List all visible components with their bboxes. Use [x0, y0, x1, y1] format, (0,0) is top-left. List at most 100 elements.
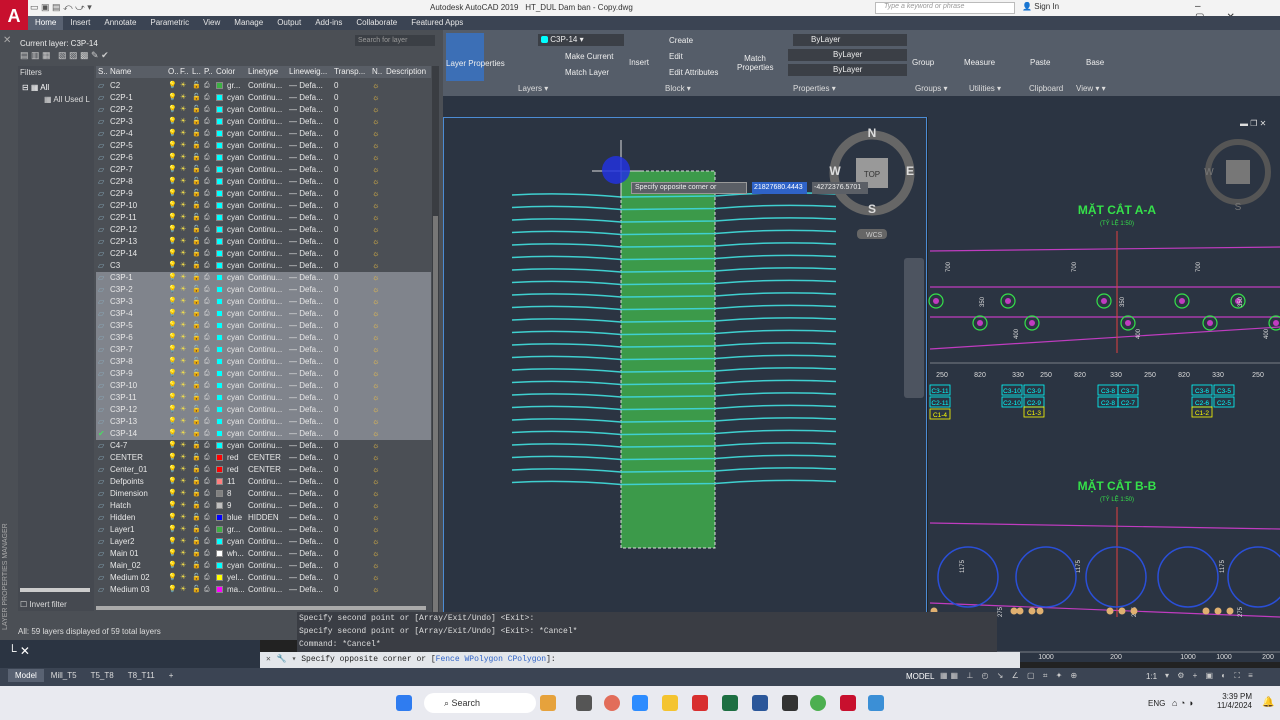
plot-icon[interactable]: ⎙ [204, 584, 210, 596]
layer-row[interactable]: ▱ C3P-12 💡 ☀ 🔓 ⎙ cyan Continu... — Defa... 0 ☼ [96, 404, 431, 416]
lineweight[interactable]: — Defa... [289, 524, 323, 536]
block-panel-label[interactable]: Block ▾ [665, 84, 691, 93]
freeze-sun-icon[interactable]: ☀ [180, 428, 186, 440]
on-bulb-icon[interactable]: 💡 [168, 284, 177, 296]
color-swatch[interactable] [216, 454, 223, 461]
lineweight[interactable]: — Defa... [289, 500, 323, 512]
lineweight[interactable]: — Defa... [289, 512, 323, 524]
filter-all[interactable]: ⊟ ▦ All [22, 83, 49, 92]
lineweight[interactable]: — Defa... [289, 104, 323, 116]
color-swatch[interactable] [216, 238, 223, 245]
lineweight[interactable]: — Defa... [289, 152, 323, 164]
transparency[interactable]: 0 [334, 404, 338, 416]
freeze-sun-icon[interactable]: ☀ [180, 464, 186, 476]
on-bulb-icon[interactable]: 💡 [168, 584, 177, 596]
freeze-sun-icon[interactable]: ☀ [180, 500, 186, 512]
transparency[interactable]: 0 [334, 236, 338, 248]
transparency[interactable]: 0 [334, 152, 338, 164]
lock-icon[interactable]: 🔓 [192, 404, 201, 416]
lineweight[interactable]: — Defa... [289, 452, 323, 464]
color-swatch[interactable] [216, 142, 223, 149]
linetype[interactable]: Continu... [248, 116, 282, 128]
color-swatch[interactable] [216, 346, 223, 353]
transparency[interactable]: 0 [334, 128, 338, 140]
on-bulb-icon[interactable]: 💡 [168, 488, 177, 500]
freeze-sun-icon[interactable]: ☀ [180, 452, 186, 464]
color-name[interactable]: cyan [227, 92, 244, 104]
color-name[interactable]: cyan [227, 236, 244, 248]
layer-table-scrollbar[interactable] [432, 66, 439, 636]
lock-icon[interactable]: 🔓 [192, 584, 201, 596]
lock-icon[interactable]: 🔓 [192, 380, 201, 392]
option-wpolygon[interactable]: WPolygon [464, 655, 502, 664]
new-vp-freeze-icon[interactable]: ☼ [372, 404, 379, 416]
status-icon[interactable]: ▱ [98, 332, 104, 344]
transparency[interactable]: 0 [334, 176, 338, 188]
color-swatch[interactable] [216, 262, 223, 269]
layer-toolbar[interactable]: ▤ ▥ ▦ ▧ ▨ ▩ ✎ ✔ [20, 50, 109, 61]
lock-icon[interactable]: 🔓 [192, 428, 201, 440]
lineweight[interactable]: — Defa... [289, 572, 323, 584]
freeze-sun-icon[interactable]: ☀ [180, 320, 186, 332]
paste-button[interactable]: Paste [1030, 58, 1050, 67]
layer-row[interactable]: ▱ C3P-3 💡 ☀ 🔓 ⎙ cyan Continu... — Defa... 0 ☼ [96, 296, 431, 308]
color-name[interactable]: cyan [227, 332, 244, 344]
lineweight[interactable]: — Defa... [289, 320, 323, 332]
tab-insert[interactable]: Insert [63, 16, 97, 30]
transparency[interactable]: 0 [334, 224, 338, 236]
plot-icon[interactable]: ⎙ [204, 140, 210, 152]
color-swatch[interactable] [216, 466, 223, 473]
lock-icon[interactable]: 🔓 [192, 464, 201, 476]
new-vp-freeze-icon[interactable]: ☼ [372, 560, 379, 572]
color-name[interactable]: cyan [227, 356, 244, 368]
lineweight[interactable]: — Defa... [289, 536, 323, 548]
color-swatch[interactable] [216, 514, 223, 521]
status-icon[interactable]: ▱ [98, 248, 104, 260]
column-header[interactable]: Name [110, 66, 131, 78]
lock-icon[interactable]: 🔓 [192, 416, 201, 428]
color-swatch[interactable] [216, 82, 223, 89]
color-swatch[interactable] [216, 286, 223, 293]
color-name[interactable]: cyan [227, 104, 244, 116]
plot-icon[interactable]: ⎙ [204, 248, 210, 260]
command-line[interactable]: ✕ 🔧 ▾ Specify opposite corner or [Fence W… [260, 652, 1020, 668]
status-icon[interactable]: ▱ [98, 128, 104, 140]
lock-icon[interactable]: 🔓 [192, 500, 201, 512]
linetype[interactable]: Continu... [248, 212, 282, 224]
layer-search-input[interactable]: Search for layer [355, 35, 435, 46]
new-vp-freeze-icon[interactable]: ☼ [372, 428, 379, 440]
status-tools[interactable]: ▾ ⚙ + ▣ ◐ ⛶ ≡ [1165, 671, 1256, 681]
status-icon[interactable]: ▱ [98, 452, 104, 464]
new-vp-freeze-icon[interactable]: ☼ [372, 584, 379, 596]
linetype[interactable]: Continu... [248, 584, 282, 596]
color-name[interactable]: cyan [227, 224, 244, 236]
lock-icon[interactable]: 🔓 [192, 176, 201, 188]
freeze-sun-icon[interactable]: ☀ [180, 188, 186, 200]
linetype[interactable]: Continu... [248, 560, 282, 572]
plot-icon[interactable]: ⎙ [204, 476, 210, 488]
linetype[interactable]: Continu... [248, 500, 282, 512]
linetype[interactable]: Continu... [248, 284, 282, 296]
transparency[interactable]: 0 [334, 308, 338, 320]
layer-row[interactable]: ▱ C2P-2 💡 ☀ 🔓 ⎙ cyan Continu... — Defa... 0 ☼ [96, 104, 431, 116]
on-bulb-icon[interactable]: 💡 [168, 188, 177, 200]
tab-featured-apps[interactable]: Featured Apps [404, 16, 470, 30]
color-name[interactable]: 8 [227, 488, 231, 500]
plot-icon[interactable]: ⎙ [204, 404, 210, 416]
new-vp-freeze-icon[interactable]: ☼ [372, 248, 379, 260]
transparency[interactable]: 0 [334, 80, 338, 92]
lock-icon[interactable]: 🔓 [192, 572, 201, 584]
layer-row[interactable]: ▱ C3 💡 ☀ 🔓 ⎙ cyan Continu... — Defa... 0 ☼ [96, 260, 431, 272]
color-name[interactable]: cyan [227, 296, 244, 308]
on-bulb-icon[interactable]: 💡 [168, 176, 177, 188]
freeze-sun-icon[interactable]: ☀ [180, 116, 186, 128]
linetype[interactable]: Continu... [248, 272, 282, 284]
color-swatch[interactable] [216, 178, 223, 185]
navigation-bar[interactable] [904, 258, 924, 398]
group-button[interactable]: Group [912, 58, 934, 67]
freeze-sun-icon[interactable]: ☀ [180, 164, 186, 176]
color-name[interactable]: red [227, 452, 239, 464]
lock-icon[interactable]: 🔓 [192, 452, 201, 464]
lineweight[interactable]: — Defa... [289, 488, 323, 500]
color-name[interactable]: blue [227, 512, 242, 524]
